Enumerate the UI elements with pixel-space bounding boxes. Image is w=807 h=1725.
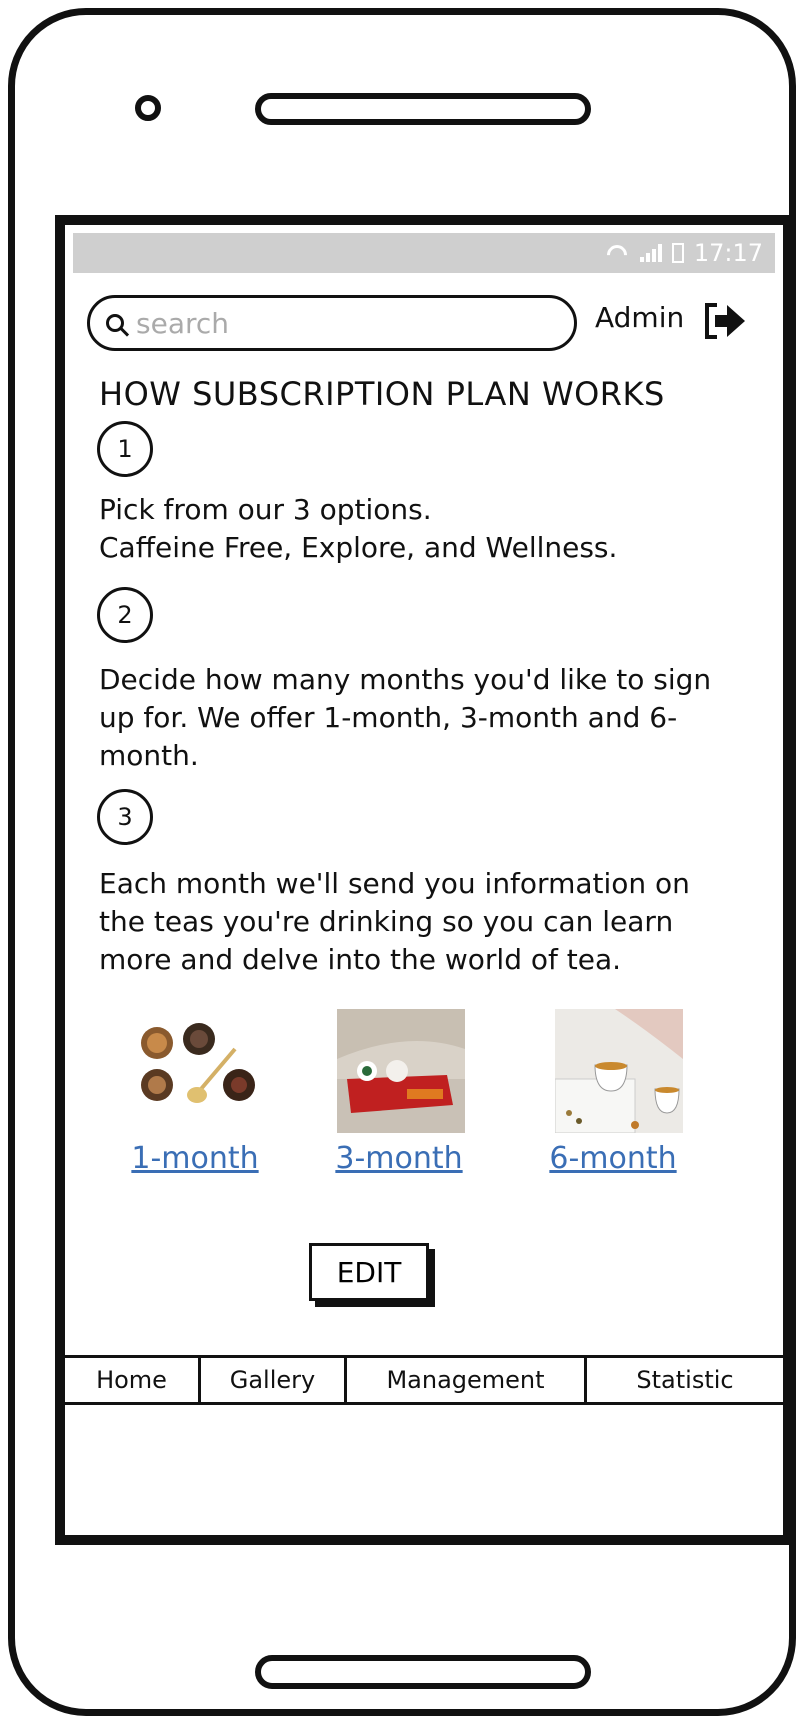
tab-gallery[interactable]: Gallery — [201, 1358, 347, 1402]
search-bar[interactable] — [87, 295, 577, 351]
battery-icon — [671, 243, 684, 263]
search-input[interactable] — [134, 305, 538, 341]
plan-image-3-month[interactable] — [337, 1009, 465, 1133]
plan-link-3-month[interactable]: 3-month — [327, 1141, 471, 1176]
step-1-text: Pick from our 3 options. Caffeine Free, … — [99, 491, 719, 567]
step-3-badge: 3 — [97, 789, 153, 845]
plan-link-6-month[interactable]: 6-month — [541, 1141, 685, 1176]
phone-screen: 17:17 Admin HOW SUBSCRIPTION PLAN WORKS … — [55, 215, 793, 1545]
step-1-badge: 1 — [97, 421, 153, 477]
logout-icon[interactable] — [703, 299, 747, 343]
step-2-text: Decide how many months you'd like to sig… — [99, 663, 712, 772]
home-button[interactable] — [255, 1655, 591, 1689]
plan-link-1-month[interactable]: 1-month — [115, 1141, 275, 1176]
admin-label: Admin — [595, 301, 685, 334]
speaker-grille — [255, 93, 591, 125]
search-icon — [106, 314, 124, 332]
page-title: HOW SUBSCRIPTION PLAN WORKS — [99, 375, 665, 413]
step-3-text: Each month we'll send you information on… — [99, 867, 690, 976]
status-time: 17:17 — [693, 239, 763, 267]
signal-icon — [639, 244, 662, 262]
tab-management[interactable]: Management — [347, 1358, 587, 1402]
wifi-icon — [604, 243, 630, 263]
tab-home[interactable]: Home — [65, 1358, 201, 1402]
step-2-badge: 2 — [97, 587, 153, 643]
camera-icon — [135, 95, 161, 121]
phone-frame: 17:17 Admin HOW SUBSCRIPTION PLAN WORKS … — [8, 8, 796, 1716]
step-1-line-2: Caffeine Free, Explore, and Wellness. — [99, 531, 618, 564]
bottom-tab-bar: Home Gallery Management Statistic — [65, 1355, 783, 1405]
edit-button[interactable]: EDIT — [309, 1243, 429, 1301]
plan-image-6-month[interactable] — [555, 1009, 683, 1133]
step-1-line-1: Pick from our 3 options. — [99, 493, 432, 526]
status-bar: 17:17 — [73, 233, 775, 273]
tab-statistic[interactable]: Statistic — [587, 1358, 783, 1402]
plan-image-1-month[interactable] — [129, 1009, 257, 1133]
